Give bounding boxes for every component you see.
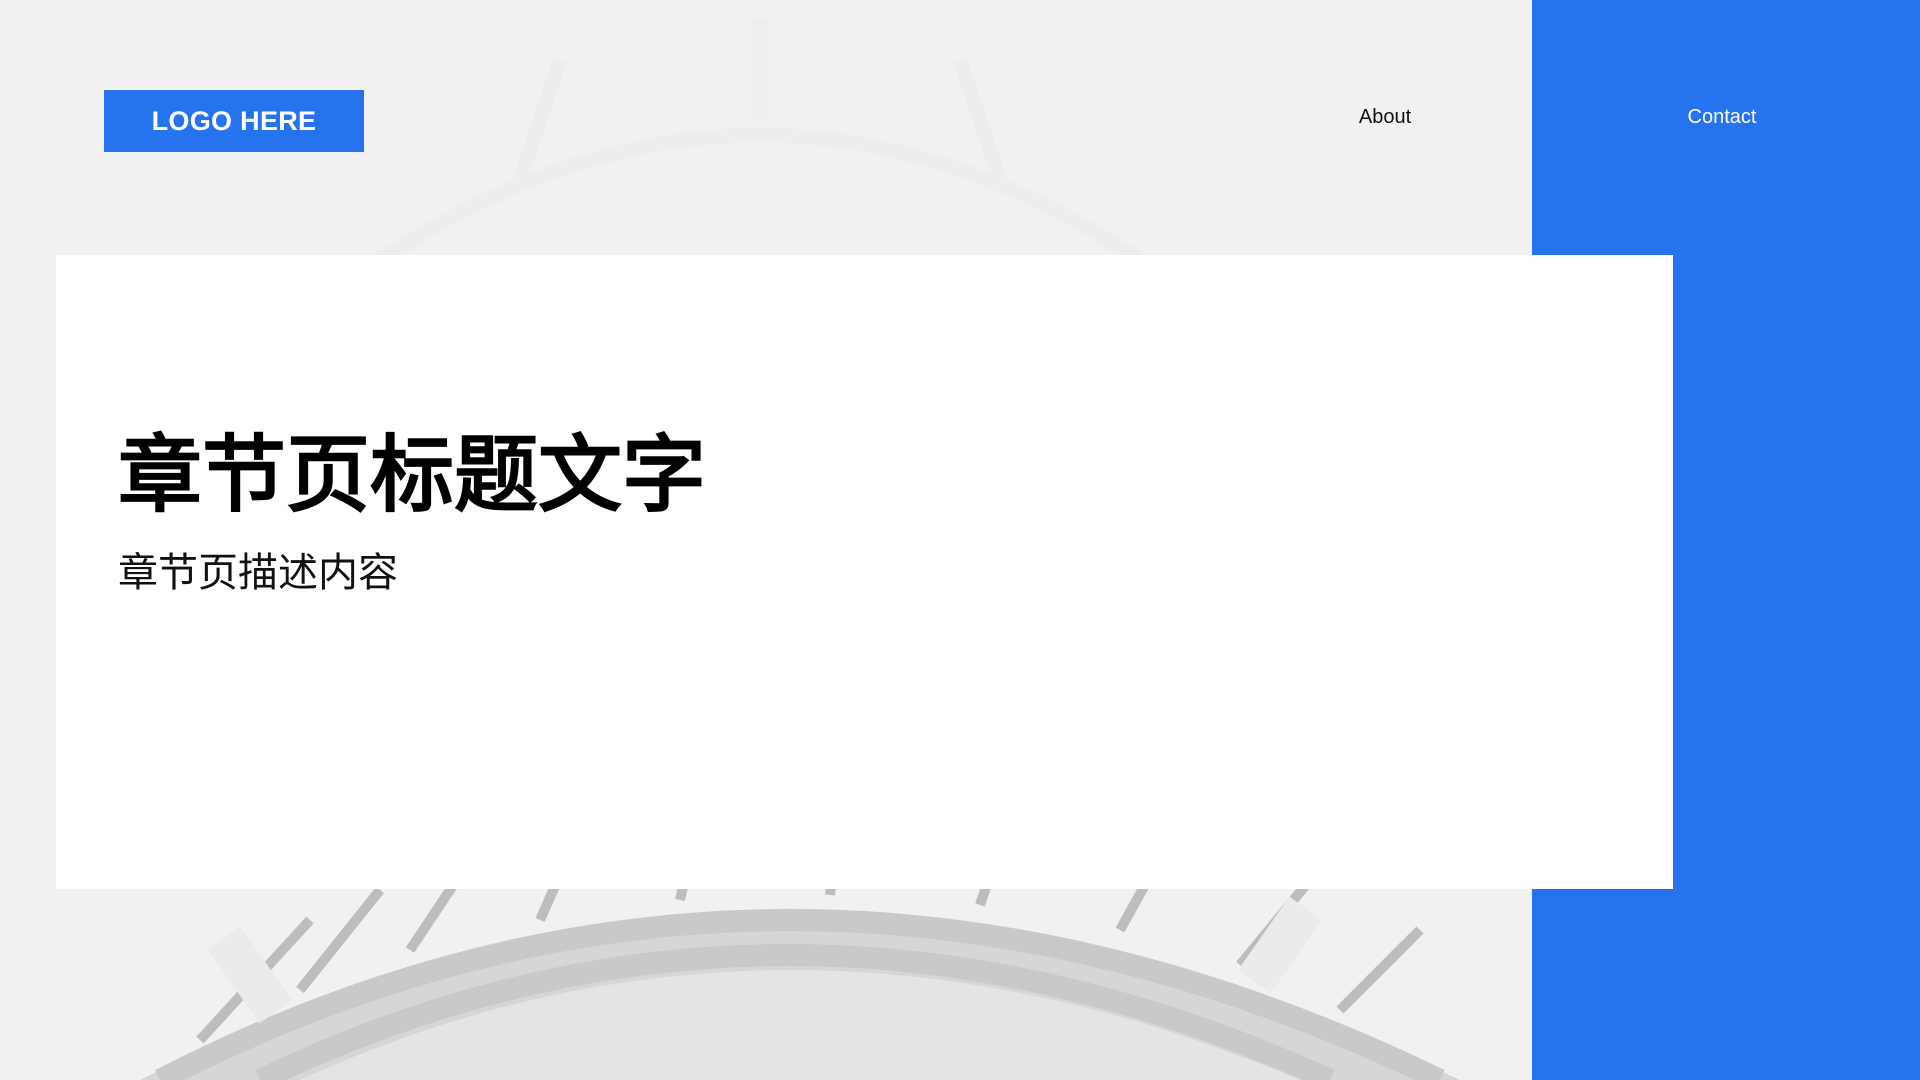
section-title: 章节页标题文字 bbox=[118, 426, 707, 524]
section-description: 章节页描述内容 bbox=[118, 550, 398, 596]
slide: LOGO HERE About Contact 章节页标题文字 章节页描述内容 bbox=[0, 0, 1920, 1080]
logo-text: LOGO HERE bbox=[151, 105, 317, 136]
section-card: 章节页标题文字 章节页描述内容 bbox=[56, 255, 1673, 889]
nav-link-contact[interactable]: Contact bbox=[1662, 106, 1782, 136]
nav-link-about[interactable]: About bbox=[1330, 106, 1440, 136]
logo[interactable]: LOGO HERE bbox=[104, 90, 364, 152]
